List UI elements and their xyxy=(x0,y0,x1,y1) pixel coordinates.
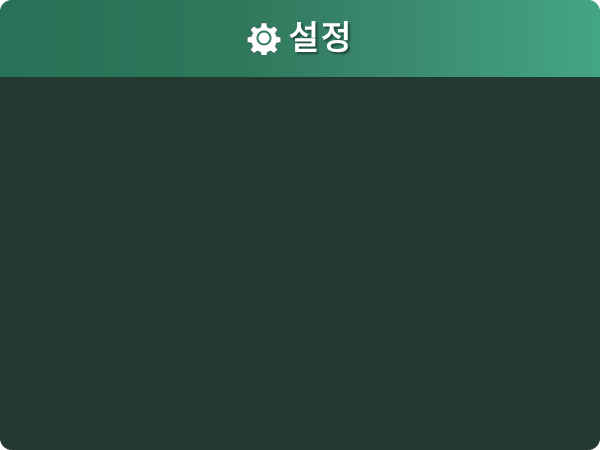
gear-icon xyxy=(246,22,281,55)
settings-content-area xyxy=(0,78,600,450)
settings-panel: 설정 xyxy=(0,0,600,450)
page-title: 설정 xyxy=(288,18,354,57)
settings-header: 설정 xyxy=(0,0,600,78)
header-title-group: 설정 xyxy=(246,18,354,57)
